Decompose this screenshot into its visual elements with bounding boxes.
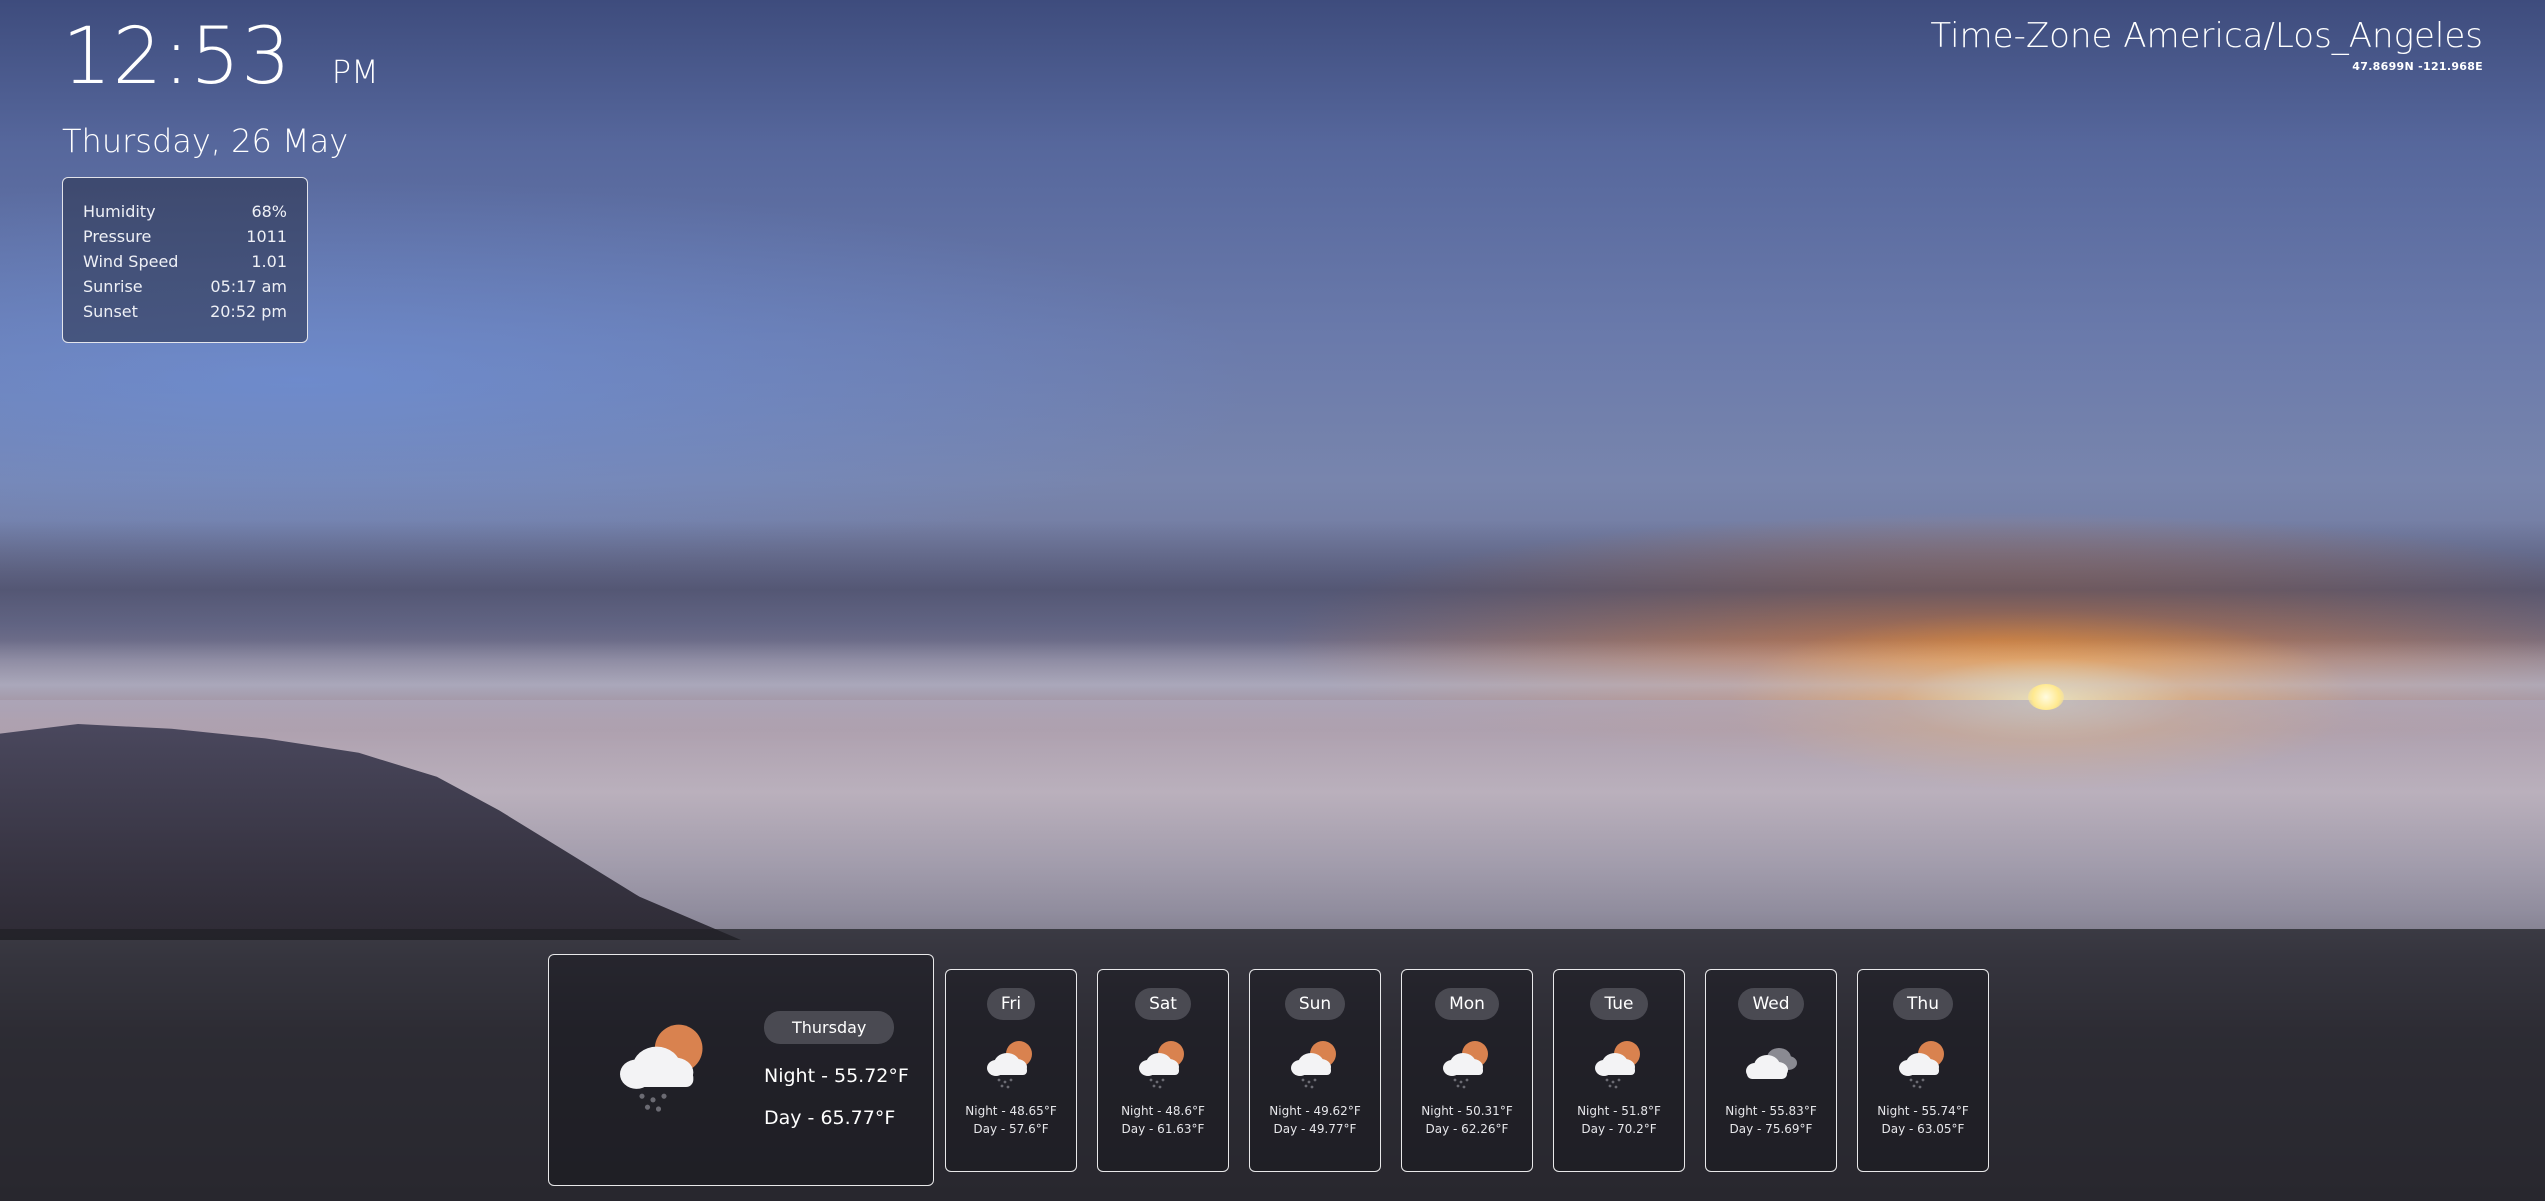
forecast-day-label: Tue bbox=[1590, 988, 1648, 1020]
weather-details-card: Humidity 68% Pressure 1011 Wind Speed 1.… bbox=[62, 177, 308, 343]
forecast-day-label: Thu bbox=[1893, 988, 1953, 1020]
forecast-day-temp: Day - 62.26°F bbox=[1425, 1122, 1509, 1136]
detail-row-pressure: Pressure 1011 bbox=[83, 224, 287, 249]
today-day-temp: Day - 65.77°F bbox=[764, 1107, 896, 1129]
detail-value: 1.01 bbox=[251, 252, 287, 271]
forecast-day-label: Mon bbox=[1435, 988, 1499, 1020]
forecast-day-label: Fri bbox=[986, 988, 1036, 1020]
forecast-day-label: Sat bbox=[1135, 988, 1191, 1020]
sun-cloud-rain-icon bbox=[981, 1036, 1041, 1090]
detail-row-humidity: Humidity 68% bbox=[83, 199, 287, 224]
forecast-day-temp: Day - 49.77°F bbox=[1273, 1122, 1357, 1136]
detail-value: 05:17 am bbox=[210, 277, 287, 296]
forecast-card-thu: Thu Night - 55.74°F Day - 63.05°F bbox=[1857, 969, 1989, 1172]
forecast-day-temp: Day - 70.2°F bbox=[1581, 1122, 1657, 1136]
sun-cloud-rain-icon bbox=[1589, 1036, 1649, 1090]
clock-time: 12:53 bbox=[62, 12, 292, 102]
forecast-day-temp: Day - 63.05°F bbox=[1881, 1122, 1965, 1136]
forecast-night-temp: Night - 55.74°F bbox=[1877, 1104, 1969, 1118]
detail-row-sunrise: Sunrise 05:17 am bbox=[83, 274, 287, 299]
timezone-title: Time-Zone America/Los_Angeles bbox=[1930, 16, 2483, 56]
forecast-night-temp: Night - 48.6°F bbox=[1121, 1104, 1205, 1118]
sun-cloud-rain-icon bbox=[609, 1015, 719, 1115]
weather-dashboard: 12:53 PM Thursday, 26 May Humidity 68% P… bbox=[0, 0, 2545, 1201]
sun-cloud-rain-icon bbox=[1437, 1036, 1497, 1090]
clock-ampm: PM bbox=[331, 53, 379, 91]
setting-sun bbox=[2028, 684, 2064, 710]
current-date: Thursday, 26 May bbox=[62, 122, 349, 160]
detail-value: 68% bbox=[251, 202, 287, 221]
timezone-info: Time-Zone America/Los_Angeles 47.8699N -… bbox=[1930, 16, 2483, 73]
detail-value: 20:52 pm bbox=[210, 302, 287, 321]
detail-value: 1011 bbox=[246, 227, 287, 246]
sun-cloud-rain-icon bbox=[1133, 1036, 1193, 1090]
cloud-layer bbox=[0, 520, 2545, 660]
forecast-night-temp: Night - 51.8°F bbox=[1577, 1104, 1661, 1118]
cloudy-icon bbox=[1741, 1036, 1801, 1090]
sun-cloud-rain-icon bbox=[1285, 1036, 1345, 1090]
forecast-day-temp: Day - 57.6°F bbox=[973, 1122, 1049, 1136]
forecast-card-sun: Sun Night - 49.62°F Day - 49.77°F bbox=[1249, 969, 1381, 1172]
forecast-day-label: Sun bbox=[1284, 988, 1346, 1020]
sun-cloud-rain-icon bbox=[1893, 1036, 1953, 1090]
forecast-night-temp: Night - 49.62°F bbox=[1269, 1104, 1361, 1118]
forecast-day-label: Wed bbox=[1738, 988, 1804, 1020]
detail-row-sunset: Sunset 20:52 pm bbox=[83, 299, 287, 324]
detail-label: Pressure bbox=[83, 227, 152, 246]
clock: 12:53 PM bbox=[62, 18, 379, 96]
forecast-night-temp: Night - 55.83°F bbox=[1725, 1104, 1817, 1118]
forecast-day-temp: Day - 61.63°F bbox=[1121, 1122, 1205, 1136]
today-night-temp: Night - 55.72°F bbox=[764, 1065, 909, 1087]
detail-label: Humidity bbox=[83, 202, 156, 221]
forecast-card-fri: Fri Night - 48.65°F Day - 57.6°F bbox=[945, 969, 1077, 1172]
forecast-night-temp: Night - 48.65°F bbox=[965, 1104, 1057, 1118]
forecast-card-tue: Tue Night - 51.8°F Day - 70.2°F bbox=[1553, 969, 1685, 1172]
detail-label: Sunset bbox=[83, 302, 138, 321]
forecast-night-temp: Night - 50.31°F bbox=[1421, 1104, 1513, 1118]
detail-label: Sunrise bbox=[83, 277, 143, 296]
forecast-card-sat: Sat Night - 48.6°F Day - 61.63°F bbox=[1097, 969, 1229, 1172]
today-forecast-card: Thursday Night - 55.72°F Day - 65.77°F bbox=[548, 954, 934, 1186]
detail-label: Wind Speed bbox=[83, 252, 179, 271]
forecast-card-wed: Wed Night - 55.83°F Day - 75.69°F bbox=[1705, 969, 1837, 1172]
coordinates: 47.8699N -121.968E bbox=[2352, 60, 2483, 73]
detail-row-wind-speed: Wind Speed 1.01 bbox=[83, 249, 287, 274]
forecast-card-mon: Mon Night - 50.31°F Day - 62.26°F bbox=[1401, 969, 1533, 1172]
today-day-label: Thursday bbox=[764, 1011, 895, 1044]
forecast-day-temp: Day - 75.69°F bbox=[1729, 1122, 1813, 1136]
